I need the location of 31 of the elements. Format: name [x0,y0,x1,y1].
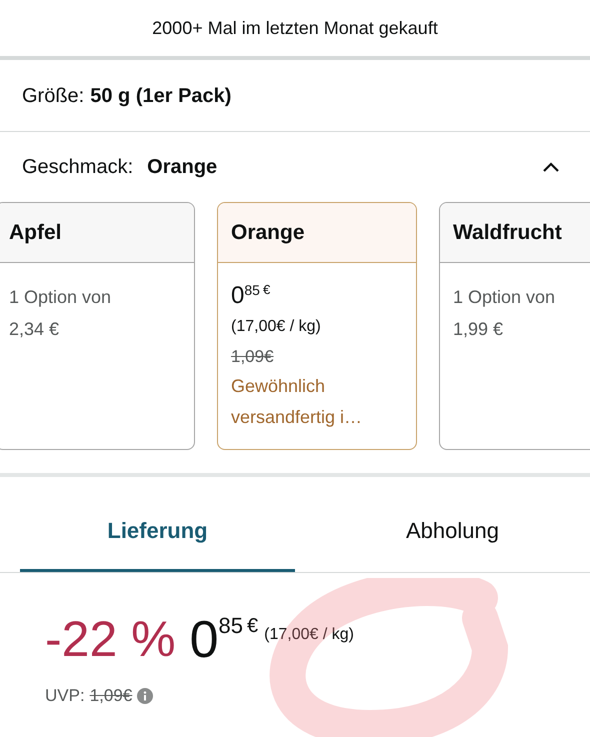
option-price: 1,99 € [453,318,504,341]
price-fraction: 85 [244,281,260,299]
flavor-label: Geschmack: [22,155,134,180]
price-whole: 0 [190,611,219,669]
list-price: 1,09€ [90,685,132,707]
option-summary: 1 Option von [9,286,112,309]
unit-price: (17,00€ / kg) [264,625,354,645]
price-fraction: 85 [218,612,244,640]
option-summary: 1 Option von [453,286,556,309]
size-label: Größe: [22,84,84,108]
flavor-value: Orange [147,155,218,180]
unit-price: (17,00€ / kg) [231,317,322,337]
purchase-count-text: 2000+ Mal im letzten Monat gekauft [152,16,438,40]
option-name: Waldfrucht [453,220,562,246]
info-icon[interactable] [137,688,154,704]
delivery-tab[interactable]: Abholung [315,477,590,572]
option-price: 2,34 € [9,318,60,341]
option-card[interactable]: Apfel 1 Option von 2,34 € [0,202,195,450]
delivery-tab[interactable]: Lieferung [20,477,295,572]
old-price: 1,09€ [231,346,275,368]
price-whole: 0 [231,281,244,311]
availability-text: Gewöhnlich versandfertig i… [231,375,364,429]
currency: € [247,614,258,639]
currency: € [262,281,270,299]
size-value: 50 g (1er Pack) [90,84,232,108]
list-price-label: UVP: [45,685,85,707]
option-name: Apfel [9,220,62,246]
option-name: Orange [231,220,305,246]
option-card[interactable]: Waldfrucht 1 Option von 1,99 € [439,202,590,450]
discount-text: -22 % [45,611,176,667]
chevron-icon[interactable] [542,161,560,173]
